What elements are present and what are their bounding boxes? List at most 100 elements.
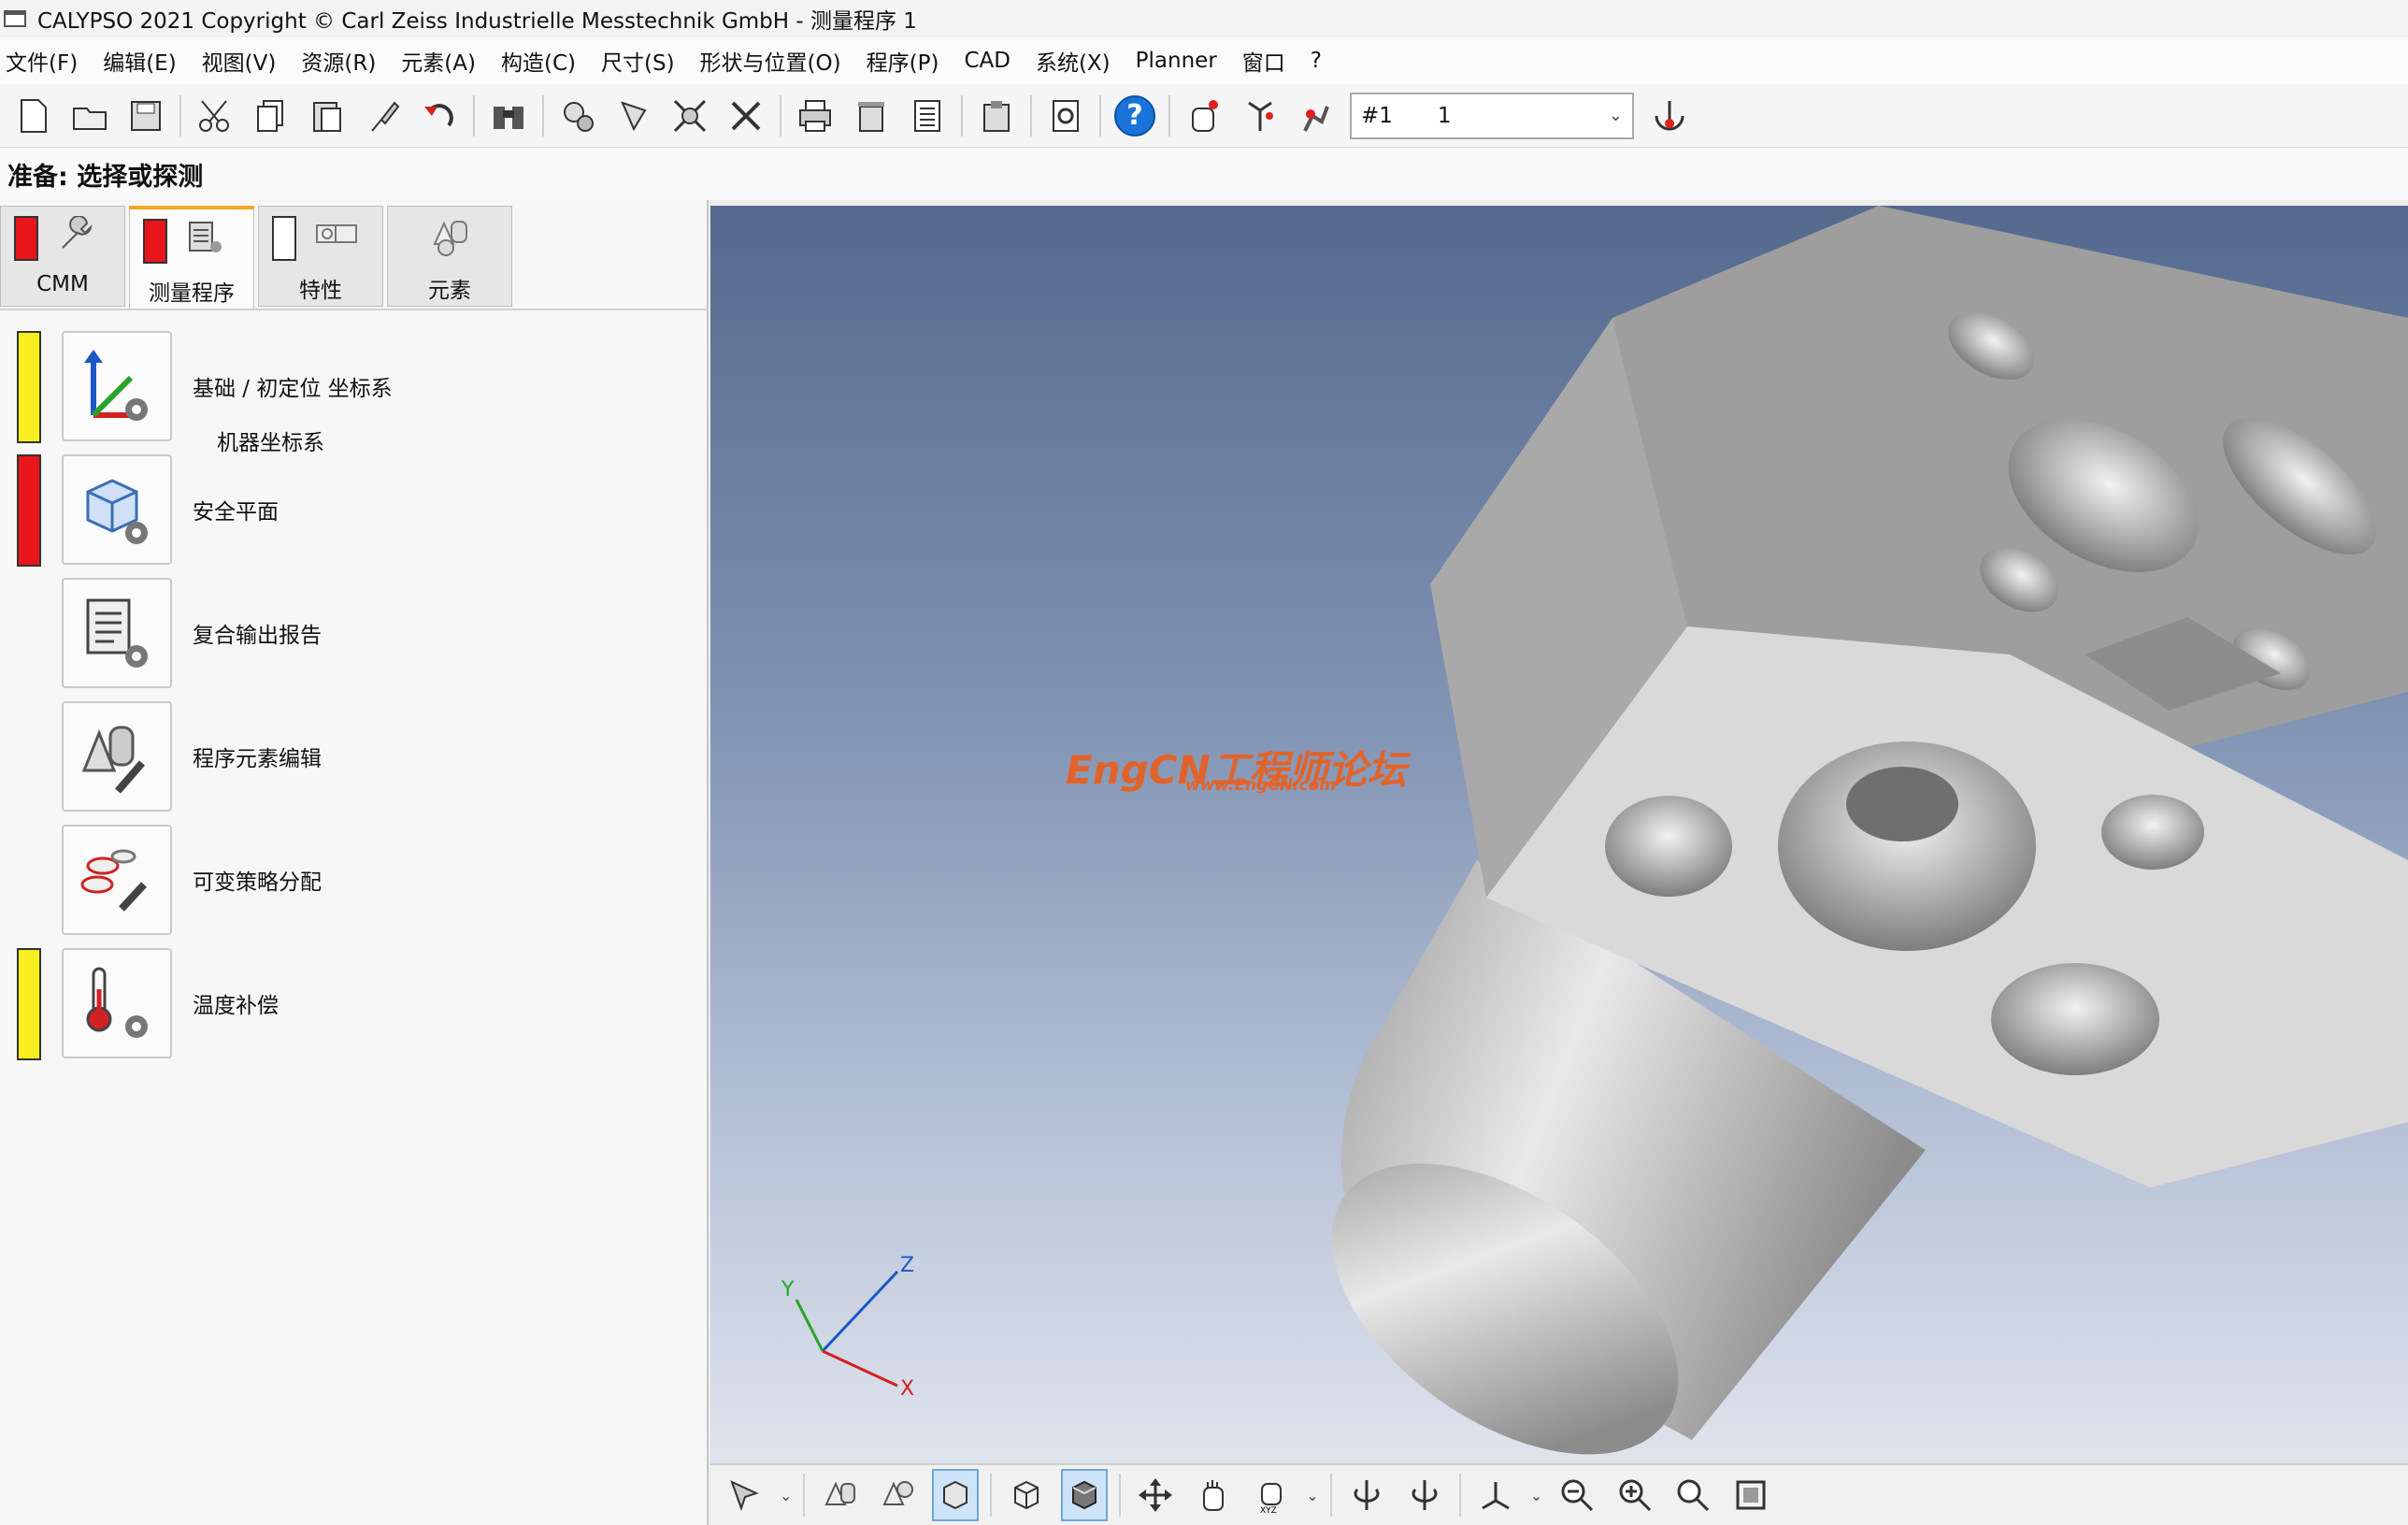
- thermometer-icon: [86, 967, 148, 1038]
- robot-icon[interactable]: [1294, 92, 1339, 140]
- function-sublabel[interactable]: 机器坐标系: [217, 424, 324, 456]
- chevron-down-icon[interactable]: ⌄: [1530, 1487, 1542, 1504]
- grid-icon[interactable]: [667, 92, 712, 140]
- binoculars-icon[interactable]: [486, 92, 531, 140]
- menu-edit[interactable]: 编辑(E): [103, 41, 176, 80]
- status-flag: [14, 216, 38, 261]
- wireframe-icon[interactable]: [1003, 1469, 1050, 1521]
- undo-icon[interactable]: [417, 92, 462, 140]
- tree-icon[interactable]: [1238, 92, 1283, 140]
- status-text: 准备: 选择或探测: [7, 162, 204, 192]
- combo-id: #1: [1361, 103, 1393, 128]
- report-icon[interactable]: [1043, 92, 1088, 140]
- zoom-out-icon[interactable]: [1554, 1469, 1600, 1521]
- rotate-hand-icon[interactable]: XYZ: [1248, 1469, 1295, 1521]
- menu-program[interactable]: 程序(P): [867, 41, 939, 80]
- geometry-elements-icon: [429, 216, 474, 261]
- function-label[interactable]: 安全平面: [193, 494, 279, 525]
- tab-cmm[interactable]: CMM: [0, 206, 125, 307]
- temperature-compensation-button[interactable]: [62, 948, 172, 1058]
- copy-icon[interactable]: [249, 92, 294, 140]
- new-file-icon[interactable]: [11, 92, 56, 140]
- save-icon[interactable]: [123, 92, 168, 140]
- toolbar-separator: [1458, 1474, 1461, 1517]
- tab-elements[interactable]: 元素: [387, 206, 512, 307]
- status-flag: [17, 948, 41, 1060]
- chevron-down-icon[interactable]: ⌄: [1306, 1487, 1318, 1504]
- thru-hole: [1846, 767, 1958, 842]
- tolerance-frame-icon: [315, 216, 360, 257]
- feature-set-icon[interactable]: [874, 1469, 921, 1521]
- tools-icon[interactable]: [724, 92, 768, 140]
- view-toolbar: ⌄ XYZ ⌄ ⌄: [710, 1463, 2408, 1525]
- tab-label: CMM: [36, 272, 89, 296]
- strategy-button[interactable]: [62, 825, 172, 935]
- safety-plane-button[interactable]: [62, 454, 172, 565]
- rotate-right-icon[interactable]: [1401, 1469, 1448, 1521]
- report-output-button[interactable]: [62, 578, 172, 688]
- rotate-left-icon[interactable]: [1343, 1469, 1390, 1521]
- chevron-down-icon[interactable]: ⌄: [780, 1487, 792, 1504]
- tab-label: 元素: [428, 279, 471, 303]
- coordinate-system-icon: [84, 350, 148, 421]
- zoom-in-icon[interactable]: [1612, 1469, 1658, 1521]
- feature-add-icon[interactable]: [555, 92, 600, 140]
- open-folder-icon[interactable]: [67, 92, 112, 140]
- menu-planner[interactable]: Planner: [1136, 45, 1217, 77]
- menu-size[interactable]: 尺寸(S): [601, 41, 675, 80]
- menu-view[interactable]: 视图(V): [202, 41, 277, 80]
- list-icon[interactable]: [905, 92, 950, 140]
- probe-point-icon[interactable]: [1647, 92, 1692, 140]
- function-label[interactable]: 复合输出报告: [193, 617, 322, 649]
- menu-construct[interactable]: 构造(C): [501, 41, 576, 80]
- fit-icon[interactable]: [1727, 1469, 1774, 1521]
- solid-view-icon[interactable]: [932, 1469, 980, 1521]
- menu-resources[interactable]: 资源(R): [301, 41, 376, 80]
- status-flag: [17, 454, 41, 567]
- axis-icon[interactable]: [1472, 1469, 1519, 1521]
- window-title: CALYPSO 2021 Copyright © Carl Zeiss Indu…: [37, 9, 917, 34]
- move-icon[interactable]: [1132, 1469, 1179, 1521]
- delete-icon[interactable]: [849, 92, 894, 140]
- tab-label: 特性: [299, 279, 342, 303]
- program-combo[interactable]: #1 1 ⌄: [1350, 92, 1634, 139]
- watermark: EngCN工程师论坛 www.EngCN.com: [1066, 739, 1407, 796]
- menu-form-position[interactable]: 形状与位置(O): [700, 41, 841, 80]
- brush-icon[interactable]: [361, 92, 406, 140]
- zoom-icon[interactable]: [1670, 1469, 1716, 1521]
- menu-window[interactable]: 窗口: [1242, 41, 1285, 80]
- function-label[interactable]: 基础 / 初定位 坐标系: [193, 370, 393, 402]
- element-edit-icon: [81, 726, 146, 794]
- main-toolbar: ? #1 1 ⌄: [0, 84, 2408, 148]
- cad-viewport[interactable]: Z Y X EngCN工程师论坛 www.EngCN.com: [710, 206, 2408, 1463]
- cut-icon[interactable]: [193, 92, 237, 140]
- pan-hand-icon[interactable]: [1190, 1469, 1237, 1521]
- axis-z-label: Z: [900, 1254, 914, 1277]
- tab-measurement-plan[interactable]: 测量程序: [129, 206, 254, 310]
- probe-icon[interactable]: [611, 92, 656, 140]
- menu-help[interactable]: ?: [1311, 45, 1322, 77]
- print-icon[interactable]: [793, 92, 838, 140]
- paste-icon[interactable]: [305, 92, 350, 140]
- hand-icon[interactable]: [1182, 92, 1226, 140]
- menu-elements[interactable]: 元素(A): [401, 41, 476, 80]
- menu-cad[interactable]: CAD: [964, 45, 1010, 77]
- function-row-temperature: 温度补偿: [0, 948, 709, 1064]
- function-row-alignment: 基础 / 初定位 坐标系 机器坐标系: [0, 331, 709, 455]
- status-flag: [272, 216, 296, 261]
- toolbar-separator: [1329, 1474, 1332, 1517]
- menu-file[interactable]: 文件(F): [6, 41, 78, 80]
- shaded-icon[interactable]: [1061, 1469, 1109, 1521]
- function-label[interactable]: 温度补偿: [193, 987, 279, 1019]
- tab-characteristics[interactable]: 特性: [258, 206, 383, 307]
- chevron-down-icon[interactable]: ⌄: [1609, 106, 1623, 125]
- select-icon[interactable]: [722, 1469, 768, 1521]
- help-icon[interactable]: ?: [1112, 92, 1157, 140]
- function-label[interactable]: 程序元素编辑: [193, 741, 322, 772]
- function-label[interactable]: 可变策略分配: [193, 864, 322, 896]
- menu-system[interactable]: 系统(X): [1036, 41, 1111, 80]
- feature-view-icon[interactable]: [816, 1469, 863, 1521]
- element-edit-button[interactable]: [62, 701, 172, 812]
- clipboard-icon[interactable]: [974, 92, 1019, 140]
- coordinate-system-button[interactable]: [62, 331, 172, 441]
